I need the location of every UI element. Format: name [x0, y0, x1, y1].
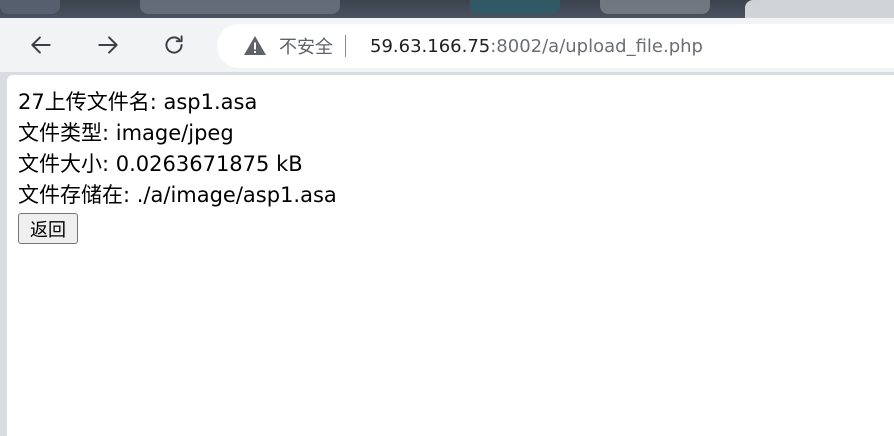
address-bar[interactable]: 不安全 59.63.166.75:8002/a/upload_file.php — [217, 24, 894, 68]
browser-tab-active[interactable] — [745, 0, 894, 18]
browser-tab[interactable] — [0, 0, 60, 14]
browser-toolbar: 不安全 59.63.166.75:8002/a/upload_file.php — [0, 18, 894, 72]
browser-tab[interactable] — [600, 0, 710, 14]
browser-tab[interactable] — [140, 0, 340, 14]
return-button[interactable]: 返回 — [18, 213, 78, 244]
url-path: :8002/a/upload_file.php — [490, 35, 703, 57]
arrow-left-icon — [31, 36, 51, 54]
file-type-text: 文件类型: image/jpeg — [18, 121, 234, 145]
reload-button[interactable] — [156, 27, 192, 63]
url-text[interactable]: 59.63.166.75:8002/a/upload_file.php — [370, 36, 703, 57]
file-stored-path-text: 文件存储在: ./a/image/asp1.asa — [18, 183, 337, 207]
browser-tab[interactable] — [470, 0, 560, 14]
tab-strip — [0, 0, 894, 18]
file-size-text: 文件大小: 0.0263671875 kB — [18, 152, 303, 176]
page-content: 27上传文件名: asp1.asa 文件类型: image/jpeg 文件大小:… — [7, 75, 894, 436]
reload-icon — [165, 35, 183, 54]
back-button[interactable] — [23, 27, 59, 63]
arrow-right-icon — [98, 36, 118, 54]
security-label[interactable]: 不安全 — [279, 33, 333, 59]
divider — [345, 35, 346, 57]
forward-button[interactable] — [90, 27, 126, 63]
url-host: 59.63.166.75 — [370, 35, 491, 57]
upload-filename-text: 27上传文件名: asp1.asa — [18, 90, 258, 114]
warning-icon[interactable] — [243, 34, 267, 58]
